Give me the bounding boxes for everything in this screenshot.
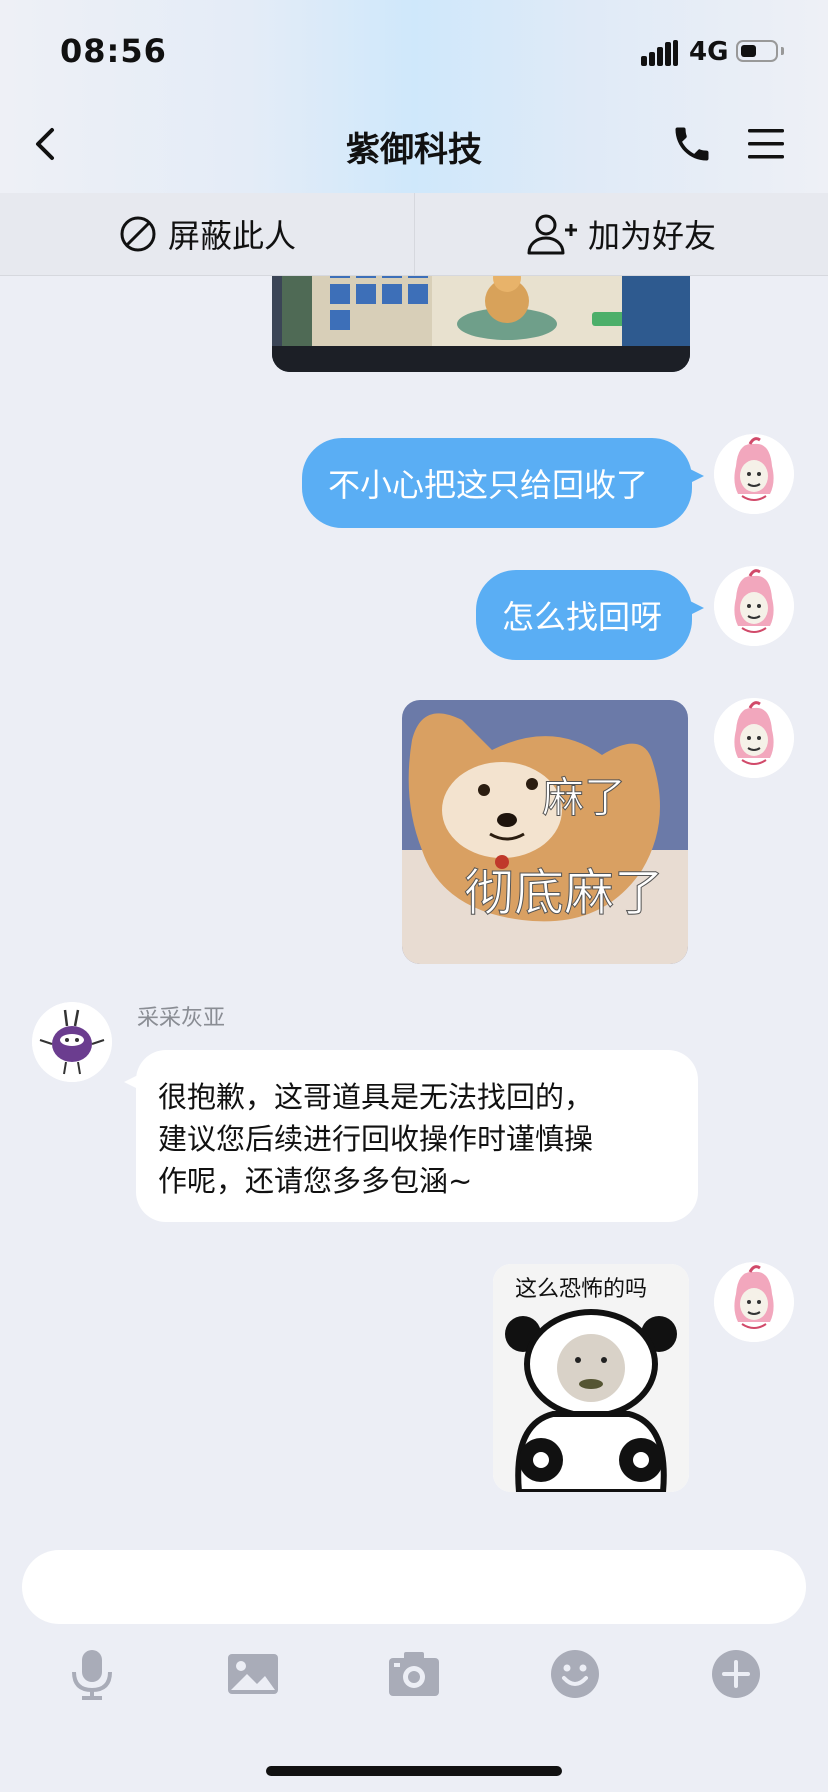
panda-sticker-message[interactable]: 这么恐怖的吗 — [493, 1264, 689, 1492]
my-avatar[interactable] — [714, 698, 794, 778]
mic-icon[interactable] — [64, 1646, 120, 1702]
camera-icon[interactable] — [386, 1646, 442, 1702]
outgoing-message-bubble[interactable]: 怎么找回呀 — [476, 570, 704, 660]
phone-icon[interactable] — [670, 122, 714, 166]
outgoing-message-bubble[interactable]: 不小心把这只给回收了 — [302, 438, 704, 528]
emoji-icon[interactable] — [547, 1646, 603, 1702]
menu-icon[interactable] — [746, 126, 786, 162]
incoming-message-bubble[interactable]: 很抱歉，这哥道具是无法找回的， 建议您后续进行回收操作时谨慎操 作呢，还请您多多… — [124, 1050, 698, 1222]
top-area: 08:56 4G 紫御科技 — [0, 0, 828, 193]
sticker-caption: 麻了 — [542, 773, 626, 822]
sticker-caption: 彻底麻了 — [464, 864, 664, 922]
message-text: 不小心把这只给回收了 — [328, 466, 649, 504]
game-screenshot-image — [272, 276, 690, 372]
sender-name: 采采灰亚 — [137, 1006, 226, 1031]
signal-icon — [641, 40, 679, 66]
message-input[interactable] — [22, 1550, 806, 1624]
shiba-sticker-message[interactable]: 麻了 彻底麻了 — [402, 700, 688, 964]
add-user-icon — [527, 214, 577, 255]
network-type: 4G — [689, 37, 729, 67]
image-icon[interactable] — [225, 1646, 281, 1702]
message-line: 作呢，还请您多多包涵~ — [158, 1164, 473, 1198]
home-indicator — [266, 1766, 562, 1776]
sticker-caption: 这么恐怖的吗 — [515, 1277, 647, 1302]
chat-area[interactable]: 不小心把这只给回收了 怎么找回呀 麻了 彻底麻了 采采灰亚 很抱歉，这哥道具是无… — [0, 276, 828, 1530]
message-text: 怎么找回呀 — [502, 598, 663, 636]
my-avatar[interactable] — [714, 434, 794, 514]
nav-bar: 紫御科技 — [0, 100, 828, 193]
block-icon — [120, 216, 156, 252]
screenshot-image-message[interactable] — [272, 276, 690, 372]
add-friend-button[interactable]: 加为好友 — [414, 193, 828, 275]
message-line: 建议您后续进行回收操作时谨慎操 — [158, 1122, 594, 1156]
plus-icon[interactable] — [708, 1646, 764, 1702]
shiba-dog-image: 麻了 彻底麻了 — [402, 700, 688, 964]
add-friend-label: 加为好友 — [587, 217, 716, 255]
action-bar: 屏蔽此人 加为好友 — [0, 193, 828, 276]
contact-avatar[interactable] — [32, 1002, 112, 1082]
block-user-button[interactable]: 屏蔽此人 — [0, 193, 414, 275]
status-time: 08:56 — [60, 32, 167, 70]
block-user-label: 屏蔽此人 — [167, 217, 296, 255]
battery-icon — [736, 40, 778, 62]
status-bar: 08:56 4G — [0, 0, 828, 100]
my-avatar[interactable] — [714, 566, 794, 646]
input-area — [0, 1530, 828, 1792]
my-avatar[interactable] — [714, 1262, 794, 1342]
battery-cap — [781, 47, 784, 55]
message-line: 很抱歉，这哥道具是无法找回的， — [158, 1080, 594, 1114]
panda-meme-image: 这么恐怖的吗 — [493, 1264, 689, 1492]
